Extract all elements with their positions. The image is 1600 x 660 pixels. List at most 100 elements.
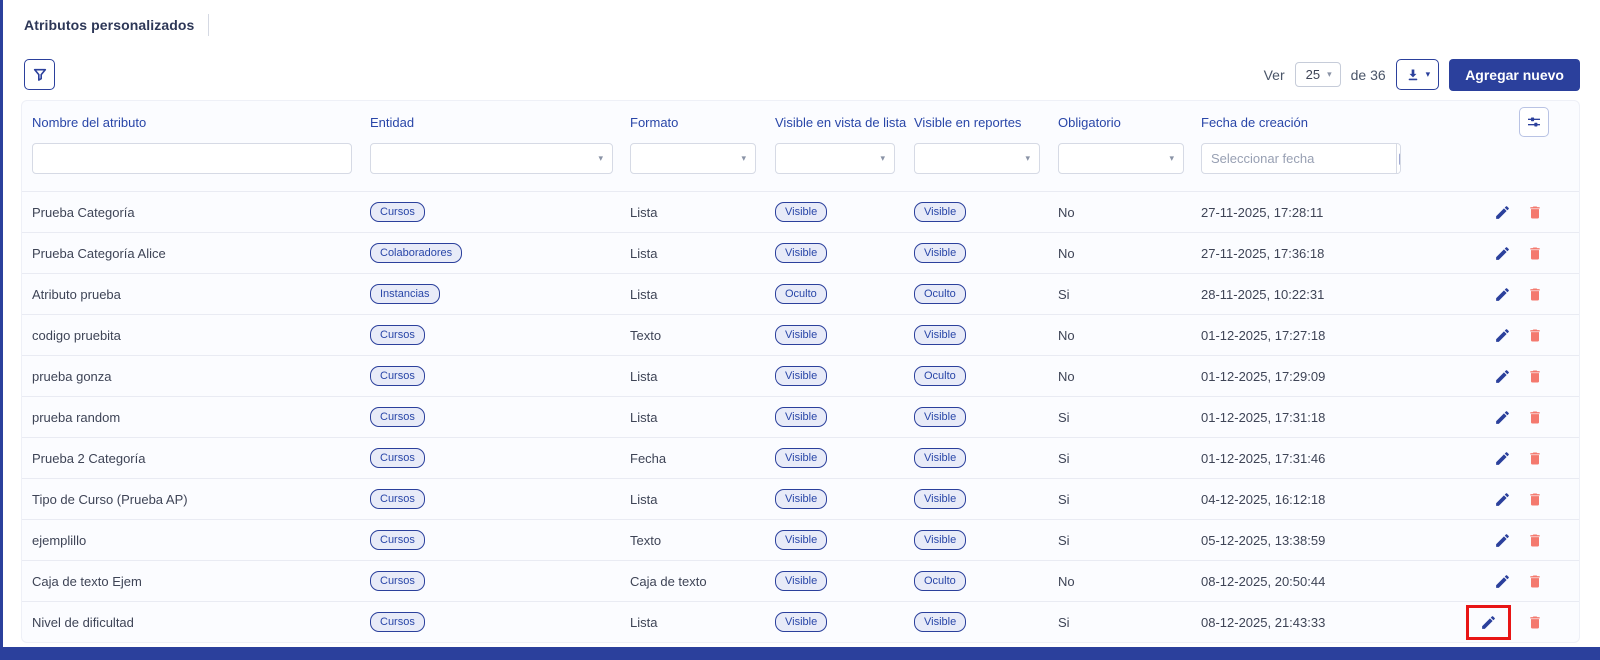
- format-value: Lista: [630, 615, 775, 630]
- delete-button[interactable]: [1527, 245, 1543, 262]
- page-title: Atributos personalizados: [24, 17, 194, 33]
- attribute-name: Caja de texto Ejem: [32, 574, 370, 589]
- edit-button[interactable]: [1494, 368, 1511, 385]
- visible-reports-badge: Oculto: [914, 571, 966, 592]
- entity-badge: Cursos: [370, 202, 425, 223]
- delete-button[interactable]: [1527, 204, 1543, 221]
- chevron-down-icon: ▾: [1426, 70, 1431, 79]
- title-divider: [208, 14, 209, 36]
- delete-button[interactable]: [1527, 327, 1543, 344]
- trash-icon: [1527, 614, 1543, 631]
- delete-button[interactable]: [1527, 614, 1543, 631]
- page-size-select[interactable]: 25 ▾: [1295, 62, 1341, 87]
- format-value: Fecha: [630, 451, 775, 466]
- edit-button[interactable]: [1494, 491, 1511, 508]
- edit-button[interactable]: [1480, 614, 1497, 631]
- row-actions: [1451, 573, 1569, 590]
- delete-button[interactable]: [1527, 573, 1543, 590]
- created-value: 01-12-2025, 17:27:18: [1201, 328, 1451, 343]
- delete-button[interactable]: [1527, 450, 1543, 467]
- column-header-visible-reports: Visible en reportes: [914, 115, 1058, 130]
- entity-badge: Cursos: [370, 612, 425, 633]
- page-header: Atributos personalizados: [24, 14, 209, 36]
- attribute-name: Nivel de dificultad: [32, 615, 370, 630]
- created-value: 01-12-2025, 17:31:18: [1201, 410, 1451, 425]
- format-value: Texto: [630, 533, 775, 548]
- edit-button[interactable]: [1494, 573, 1511, 590]
- attributes-table: Nombre del atributo Entidad Formato Visi…: [21, 100, 1580, 643]
- visible-list-badge: Visible: [775, 325, 827, 346]
- trash-icon: [1527, 327, 1543, 344]
- created-value: 01-12-2025, 17:31:46: [1201, 451, 1451, 466]
- column-header-visible-list: Visible en vista de lista: [775, 115, 914, 130]
- entity-badge: Colaboradores: [370, 243, 462, 264]
- attribute-name: codigo pruebita: [32, 328, 370, 343]
- date-filter-group: [1201, 143, 1401, 174]
- download-button[interactable]: ▾: [1396, 59, 1440, 90]
- download-icon: [1405, 67, 1421, 83]
- visible-reports-filter-select[interactable]: ▾: [914, 143, 1040, 174]
- filter-button[interactable]: [24, 59, 55, 90]
- row-actions: [1451, 409, 1569, 426]
- visible-list-filter-select[interactable]: ▾: [775, 143, 895, 174]
- date-filter-input[interactable]: [1202, 144, 1396, 173]
- edit-pencil-icon: [1494, 286, 1511, 303]
- row-actions: [1451, 286, 1569, 303]
- trash-icon: [1527, 491, 1543, 508]
- table-row: prueba gonza Cursos Lista Visible Oculto…: [22, 355, 1579, 396]
- trash-icon: [1527, 409, 1543, 426]
- created-value: 08-12-2025, 21:43:33: [1201, 615, 1451, 630]
- required-filter-select[interactable]: ▾: [1058, 143, 1184, 174]
- attribute-name: Prueba Categoría: [32, 205, 370, 220]
- format-value: Lista: [630, 492, 775, 507]
- format-value: Caja de texto: [630, 574, 775, 589]
- bottom-accent-bar: [0, 647, 1600, 660]
- edit-button[interactable]: [1494, 286, 1511, 303]
- delete-button[interactable]: [1527, 286, 1543, 303]
- row-actions: [1451, 532, 1569, 549]
- delete-button[interactable]: [1527, 491, 1543, 508]
- edit-button[interactable]: [1494, 409, 1511, 426]
- attribute-name: Tipo de Curso (Prueba AP): [32, 492, 370, 507]
- row-actions: [1451, 450, 1569, 467]
- table-body: Prueba Categoría Cursos Lista Visible Vi…: [22, 191, 1579, 642]
- column-settings-button[interactable]: [1519, 107, 1549, 137]
- required-value: No: [1058, 246, 1201, 261]
- required-value: Si: [1058, 287, 1201, 302]
- entity-filter-select[interactable]: ▾: [370, 143, 613, 174]
- chevron-down-icon: ▾: [598, 154, 603, 163]
- name-filter-input[interactable]: [32, 143, 352, 174]
- table-row: Caja de texto Ejem Cursos Caja de texto …: [22, 560, 1579, 601]
- edit-button[interactable]: [1494, 532, 1511, 549]
- format-filter-select[interactable]: ▾: [630, 143, 756, 174]
- created-value: 05-12-2025, 13:38:59: [1201, 533, 1451, 548]
- attribute-name: Atributo prueba: [32, 287, 370, 302]
- edit-button[interactable]: [1494, 450, 1511, 467]
- chevron-down-icon: ▾: [1169, 154, 1174, 163]
- format-value: Lista: [630, 410, 775, 425]
- visible-reports-badge: Visible: [914, 243, 966, 264]
- edit-button[interactable]: [1494, 327, 1511, 344]
- visible-list-badge: Visible: [775, 571, 827, 592]
- delete-button[interactable]: [1527, 409, 1543, 426]
- row-actions: [1451, 491, 1569, 508]
- edit-button[interactable]: [1494, 204, 1511, 221]
- visible-reports-badge: Oculto: [914, 284, 966, 305]
- left-accent-border: [0, 0, 3, 660]
- add-new-button[interactable]: Agregar nuevo: [1449, 59, 1580, 91]
- required-value: Si: [1058, 533, 1201, 548]
- visible-list-badge: Visible: [775, 202, 827, 223]
- total-count: de 36: [1351, 67, 1386, 83]
- created-value: 04-12-2025, 16:12:18: [1201, 492, 1451, 507]
- required-value: No: [1058, 205, 1201, 220]
- chevron-down-icon: ▾: [1327, 70, 1332, 79]
- row-actions: [1451, 327, 1569, 344]
- table-row: Prueba 2 Categoría Cursos Fecha Visible …: [22, 437, 1579, 478]
- delete-button[interactable]: [1527, 368, 1543, 385]
- required-value: Si: [1058, 410, 1201, 425]
- created-value: 01-12-2025, 17:29:09: [1201, 369, 1451, 384]
- delete-button[interactable]: [1527, 532, 1543, 549]
- calendar-button[interactable]: [1396, 144, 1401, 173]
- entity-badge: Cursos: [370, 530, 425, 551]
- edit-button[interactable]: [1494, 245, 1511, 262]
